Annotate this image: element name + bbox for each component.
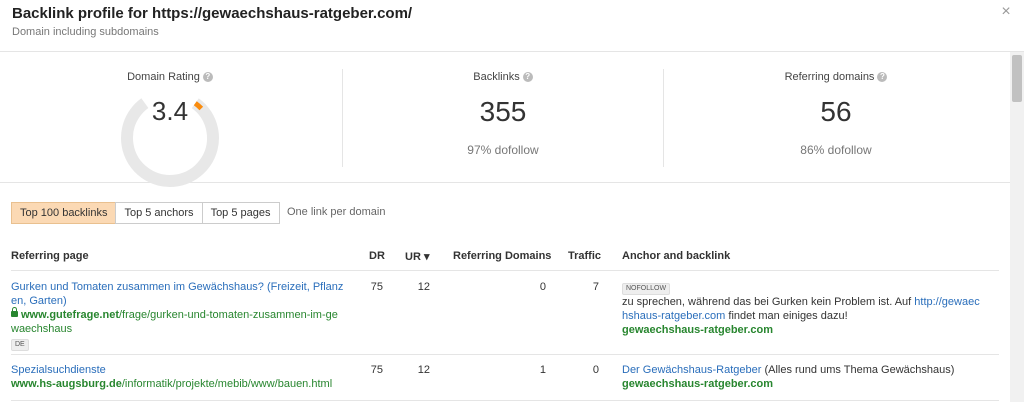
- ur-value: 12: [417, 364, 430, 376]
- backlinks-dofollow: 97% dofollow: [467, 143, 539, 157]
- traffic-value[interactable]: 0: [571, 363, 599, 377]
- tab-top-5-anchors[interactable]: Top 5 anchors: [115, 202, 203, 224]
- close-icon[interactable]: ×: [996, 2, 1016, 22]
- help-icon[interactable]: ?: [522, 72, 533, 83]
- dr-value: 75: [370, 281, 383, 293]
- backlinks-value[interactable]: 355: [343, 96, 663, 128]
- sort-desc-icon: ▾: [423, 251, 430, 263]
- traffic-value[interactable]: 7: [571, 280, 599, 294]
- ur-value: 12: [417, 281, 430, 293]
- dialog-title: Backlink profile for https://gewaechshau…: [12, 5, 413, 22]
- lock-icon: [11, 307, 18, 317]
- domain-rating-metric: Domain Rating? 3.4: [0, 53, 340, 187]
- help-icon[interactable]: ?: [202, 72, 213, 83]
- domain-rating-value: 3.4: [151, 96, 189, 126]
- referring-page-url[interactable]: www.hs-augsburg.de/informatik/projekte/m…: [11, 377, 356, 391]
- nofollow-badge: NOFOLLOW: [622, 283, 671, 295]
- backlinks-label: Backlinks?: [343, 71, 663, 83]
- anchor-text: zu sprechen, während das bei Gurken kein…: [622, 296, 980, 322]
- anchor-link[interactable]: Der Gewächshaus-Ratgeber: [622, 364, 761, 376]
- scrollbar-track[interactable]: [1010, 52, 1024, 402]
- backlink-tabs: Top 100 backlinks Top 5 anchors Top 5 pa…: [11, 202, 280, 224]
- dialog-header: Backlink profile for https://gewaechshau…: [0, 0, 1024, 52]
- dialog-subtitle: Domain including subdomains: [12, 26, 159, 38]
- referring-domains-value[interactable]: 56: [664, 96, 1008, 128]
- tab-top-100-backlinks[interactable]: Top 100 backlinks: [11, 202, 117, 224]
- col-ur[interactable]: UR ▾: [405, 250, 429, 263]
- domain-rating-label: Domain Rating?: [0, 71, 340, 83]
- col-dr[interactable]: DR: [369, 250, 385, 262]
- backlinks-metric: Backlinks? 355 97% dofollow: [343, 53, 663, 183]
- anchor-link[interactable]: http://gewaec: [914, 296, 979, 308]
- metrics-panel: Domain Rating? 3.4 Backlinks? 355 97% do…: [0, 53, 1010, 187]
- referring-domains-metric: Referring domains? 56 86% dofollow: [664, 53, 1008, 183]
- backlinks-table: Referring page DR UR ▾ Referring Domains…: [11, 241, 999, 401]
- referring-page-url[interactable]: www.gutefrage.net/frage/gurken-und-tomat…: [11, 307, 356, 336]
- referring-domains-value[interactable]: 1: [481, 363, 546, 377]
- language-badge: DE: [11, 339, 29, 351]
- referring-domains-value[interactable]: 0: [481, 280, 546, 294]
- col-referring-domains[interactable]: Referring Domains: [453, 250, 551, 262]
- anchor-text: Der Gewächshaus-Ratgeber (Alles rund ums…: [622, 364, 955, 376]
- table-row: Spezialsuchdienste www.hs-augsburg.de/in…: [11, 355, 999, 401]
- tabs-note: One link per domain: [287, 206, 386, 218]
- dr-value: 75: [370, 364, 383, 376]
- referring-page-title[interactable]: Gurken und Tomaten zusammen im Gewächsha…: [11, 280, 356, 308]
- table-row: Gurken und Tomaten zusammen im Gewächsha…: [11, 271, 999, 355]
- col-referring-page[interactable]: Referring page: [11, 250, 89, 262]
- anchor-cell: NOFOLLOW zu sprechen, während das bei Gu…: [622, 280, 982, 337]
- referring-domains-label: Referring domains?: [664, 71, 1008, 83]
- referring-page-cell: Spezialsuchdienste www.hs-augsburg.de/in…: [11, 363, 356, 391]
- anchor-link[interactable]: hshaus-ratgeber.com: [622, 310, 725, 322]
- referring-page-cell: Gurken und Tomaten zusammen im Gewächsha…: [11, 280, 356, 351]
- backlink-target[interactable]: gewaechshaus-ratgeber.com: [622, 377, 982, 391]
- dialog-content: Domain Rating? 3.4 Backlinks? 355 97% do…: [0, 53, 1010, 402]
- referring-page-title[interactable]: Spezialsuchdienste: [11, 363, 356, 377]
- col-anchor-backlink: Anchor and backlink: [622, 250, 731, 262]
- help-icon[interactable]: ?: [877, 72, 888, 83]
- table-header: Referring page DR UR ▾ Referring Domains…: [11, 241, 999, 271]
- referring-domains-dofollow: 86% dofollow: [800, 143, 872, 157]
- col-traffic[interactable]: Traffic: [568, 250, 601, 262]
- backlink-target[interactable]: gewaechshaus-ratgeber.com: [622, 323, 982, 337]
- anchor-cell: Der Gewächshaus-Ratgeber (Alles rund ums…: [622, 363, 982, 391]
- tab-top-5-pages[interactable]: Top 5 pages: [201, 202, 280, 224]
- scrollbar-thumb[interactable]: [1012, 55, 1022, 102]
